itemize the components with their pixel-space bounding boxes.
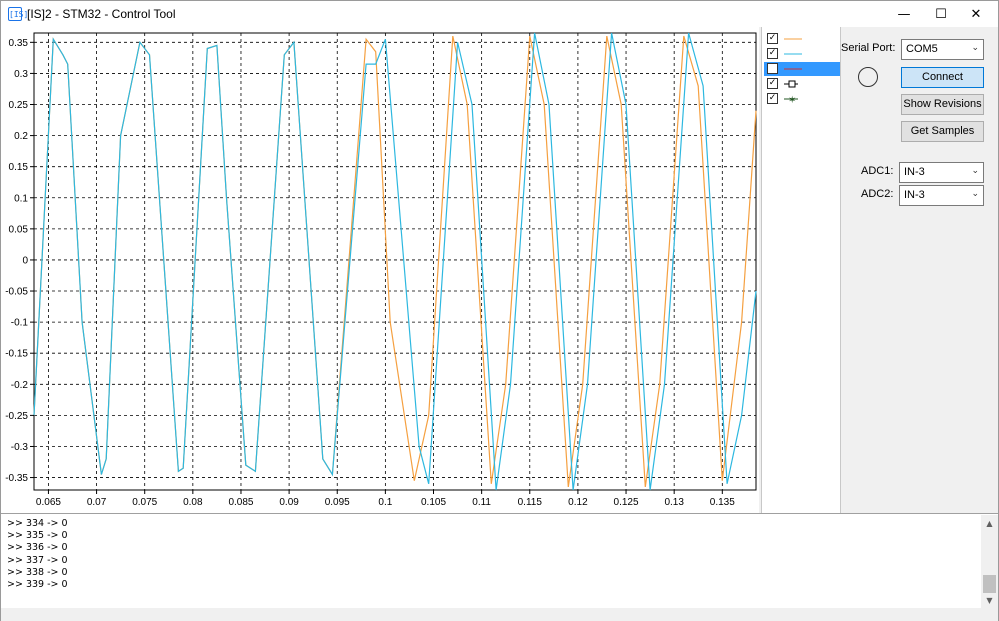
y-tick-label: -0.35 <box>5 473 28 484</box>
log-line: >> 338 -> 0 <box>7 566 68 578</box>
scroll-down-icon[interactable]: ▼ <box>981 592 998 609</box>
x-tick-label: 0.07 <box>87 497 107 508</box>
adc2-value: IN-3 <box>904 189 925 201</box>
window-title: [IS]2 - STM32 - Control Tool <box>27 7 176 21</box>
legend-swatch <box>784 53 802 55</box>
legend-item[interactable]: ✓ <box>764 77 840 91</box>
serial-port-select[interactable]: COM5 ⌄ <box>901 39 984 60</box>
get-samples-button[interactable]: Get Samples <box>901 121 984 142</box>
legend-item[interactable]: ✓ ✶ <box>764 92 840 106</box>
x-tick-label: 0.065 <box>36 497 61 508</box>
legend-checkbox[interactable]: ✓ <box>767 78 778 89</box>
adc1-value: IN-3 <box>904 166 925 178</box>
x-tick-label: 0.115 <box>518 497 543 508</box>
x-tick-label: 0.095 <box>325 497 350 508</box>
log-line: >> 336 -> 0 <box>7 542 68 554</box>
connection-status-indicator <box>858 67 878 87</box>
y-tick-label: 0.15 <box>9 162 29 173</box>
close-button[interactable]: ✕ <box>953 1 999 27</box>
log-line: >> 335 -> 0 <box>7 530 68 542</box>
log-output[interactable]: >> 334 -> 0 >> 335 -> 0 >> 336 -> 0 >> 3… <box>1 513 998 609</box>
x-tick-label: 0.135 <box>710 497 735 508</box>
scroll-thumb[interactable] <box>983 575 996 593</box>
legend-swatch <box>784 68 802 70</box>
legend-swatch: ✶ <box>784 95 798 105</box>
app-icon: [IS] <box>8 7 28 21</box>
window-bottom-edge <box>1 608 998 621</box>
title-bar[interactable]: [IS] [IS]2 - STM32 - Control Tool — ☐ ✕ <box>1 1 998 27</box>
y-tick-label: -0.3 <box>11 442 29 453</box>
plot-area <box>33 32 757 491</box>
x-tick-label: 0.105 <box>421 497 446 508</box>
serial-port-label: Serial Port: <box>841 42 896 54</box>
app-window: [IS] [IS]2 - STM32 - Control Tool — ☐ ✕ … <box>0 0 999 621</box>
minimize-icon: — <box>897 6 911 22</box>
legend-item[interactable] <box>764 62 840 76</box>
y-axis-ticks: -0.35 -0.3 -0.25 -0.2 -0.15 -0.1 -0.05 0 0.05 0.1… <box>5 38 34 484</box>
x-tick-label: 0.075 <box>132 497 157 508</box>
x-tick-label: 0.11 <box>472 497 491 508</box>
y-tick-label: 0.35 <box>9 38 29 49</box>
y-tick-label: 0.2 <box>14 131 28 142</box>
maximize-icon: ☐ <box>935 6 947 22</box>
log-line: >> 337 -> 0 <box>7 554 68 566</box>
control-panel: Serial Port: COM5 ⌄ Connect Show Revisio… <box>841 27 998 513</box>
legend-checkbox[interactable] <box>767 63 778 74</box>
connect-button[interactable]: Connect <box>901 67 984 88</box>
legend-checkbox[interactable]: ✓ <box>767 93 778 104</box>
log-lines: >> 334 -> 0 >> 335 -> 0 >> 336 -> 0 >> 3… <box>7 518 68 591</box>
legend-checkbox[interactable]: ✓ <box>767 48 778 59</box>
y-tick-label: -0.15 <box>5 349 28 360</box>
y-tick-label: -0.25 <box>5 411 28 422</box>
y-tick-label: -0.05 <box>5 287 28 298</box>
x-tick-label: 0.08 <box>183 497 203 508</box>
x-tick-label: 0.09 <box>279 497 299 508</box>
svg-text:✶: ✶ <box>788 95 796 105</box>
scroll-up-icon[interactable]: ▲ <box>981 515 998 532</box>
x-tick-label: 0.085 <box>228 497 253 508</box>
serial-port-value: COM5 <box>906 43 938 55</box>
chevron-down-icon: ⌄ <box>971 189 979 199</box>
show-revisions-button[interactable]: Show Revisions <box>901 94 984 115</box>
log-line: >> 334 -> 0 <box>7 518 68 529</box>
y-tick-label: -0.1 <box>11 318 29 329</box>
adc2-select[interactable]: IN-3 ⌄ <box>899 185 984 206</box>
adc1-select[interactable]: IN-3 ⌄ <box>899 162 984 183</box>
chevron-down-icon: ⌄ <box>971 166 979 176</box>
x-tick-label: 0.13 <box>664 497 684 508</box>
chevron-down-icon: ⌄ <box>971 43 979 53</box>
y-tick-label: -0.2 <box>11 380 29 391</box>
close-icon: ✕ <box>970 6 982 22</box>
adc1-label: ADC1: <box>861 165 894 177</box>
y-tick-label: 0.1 <box>14 193 28 204</box>
x-tick-label: 0.125 <box>614 497 639 508</box>
legend-panel: ✓ ✓ ✓ ✓ ✶ <box>761 27 841 513</box>
y-tick-label: 0 <box>22 255 28 266</box>
legend-checkbox[interactable]: ✓ <box>767 33 778 44</box>
log-scrollbar[interactable]: ▲ ▼ <box>981 515 998 609</box>
adc2-label: ADC2: <box>861 188 894 200</box>
legend-swatch <box>784 38 802 40</box>
chart-panel[interactable]: -0.35 -0.3 -0.25 -0.2 -0.15 -0.1 -0.05 0 0.05 0.1… <box>1 27 759 513</box>
y-tick-label: 0.05 <box>9 224 29 235</box>
x-axis-ticks: 0.065 0.07 0.075 0.08 0.085 0.09 0.095 0.1 0.105… <box>36 490 735 508</box>
legend-swatch <box>784 80 798 88</box>
x-tick-label: 0.1 <box>378 497 392 508</box>
y-tick-label: 0.3 <box>14 69 28 80</box>
log-line: >> 339 -> 0 <box>7 579 68 591</box>
legend-item[interactable]: ✓ <box>764 47 840 61</box>
y-tick-label: 0.25 <box>9 100 29 111</box>
x-tick-label: 0.12 <box>568 497 588 508</box>
legend-item[interactable]: ✓ <box>764 32 840 46</box>
signal-chart[interactable]: -0.35 -0.3 -0.25 -0.2 -0.15 -0.1 -0.05 0 0.05 0.1… <box>1 27 759 513</box>
